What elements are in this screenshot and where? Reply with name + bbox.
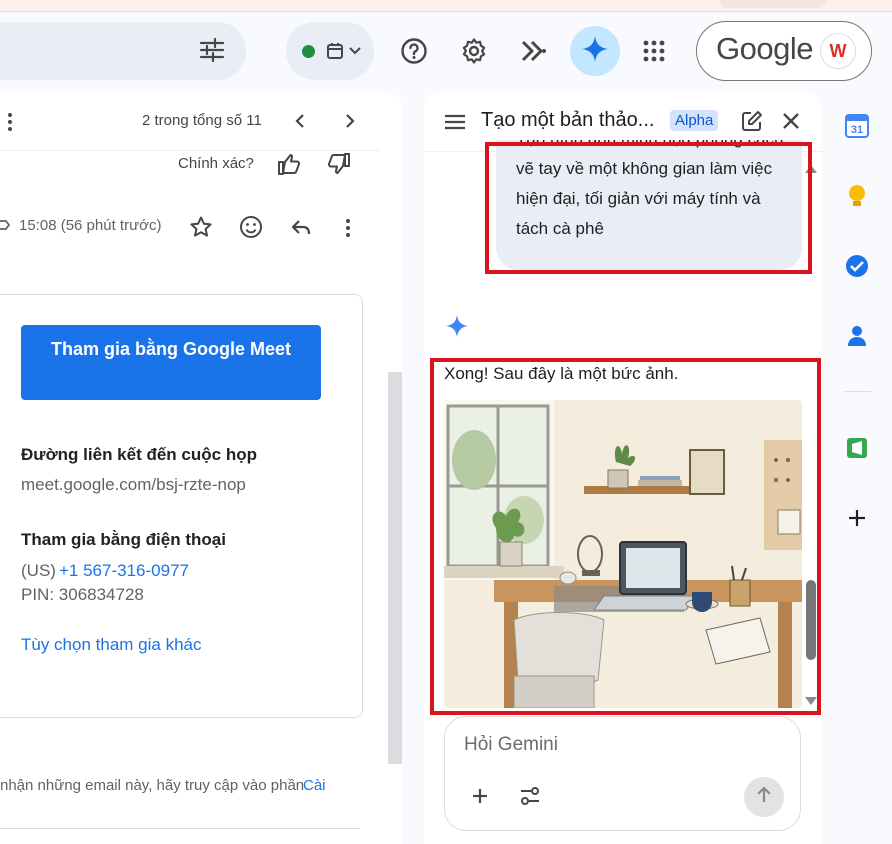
join-meet-button[interactable]: Tham gia bằng Google Meet [21,325,321,400]
phone-country: (US) [21,561,56,580]
meeting-pin: PIN: 306834728 [21,585,144,604]
email-scrollbar[interactable] [388,372,402,764]
label-icon [0,218,11,237]
highlight-box-response [430,358,821,715]
gemini-conversation-title: Tạo một bản thảo... [481,109,655,131]
keep-icon[interactable] [842,181,872,211]
more-vert-icon[interactable] [6,112,14,137]
divider [0,828,360,829]
top-strip-tab [720,0,826,8]
divider [845,391,871,392]
new-chat-icon[interactable] [741,110,763,137]
apps-grid-icon[interactable] [636,33,672,69]
phone-number-link[interactable]: +1 567-316-0977 [59,561,189,581]
calendar-app-icon[interactable]: 31 [842,111,872,141]
meeting-link-heading: Đường liên kết đến cuộc họp [21,445,257,464]
apps-script-icon[interactable] [516,33,552,69]
chevron-left-icon[interactable] [292,112,308,135]
add-addon-icon[interactable] [842,503,872,533]
footer-settings-link[interactable]: Cài [303,777,326,794]
status-active-dot [302,45,315,58]
menu-icon[interactable] [444,113,466,136]
help-icon[interactable] [396,33,432,69]
send-button[interactable] [744,777,784,817]
gemini-sparkle-icon [445,314,469,343]
alpha-badge: Alpha [670,110,719,131]
email-timestamp: 15:08 (56 phút trước) [19,217,162,234]
feedback-prompt: Chính xác? [178,155,254,172]
arrow-up-icon [754,785,774,810]
add-icon[interactable] [470,786,490,811]
tools-icon[interactable] [519,786,541,811]
settings-icon[interactable] [456,33,492,69]
filter-icon[interactable] [198,36,226,64]
highlight-box-prompt [485,142,812,274]
more-vert-icon[interactable] [344,218,352,243]
reply-icon[interactable] [289,215,313,244]
footer-text: nhận những email này, hãy truy cập vào p… [0,777,305,794]
close-icon[interactable] [781,111,801,136]
calendar-icon [326,42,344,65]
chevron-down-icon [348,44,362,62]
avatar[interactable]: W [820,33,856,69]
emoji-icon[interactable] [239,215,263,244]
phone-heading: Tham gia bằng điện thoại [21,530,226,549]
thumbs-down-icon[interactable] [326,151,352,182]
google-logo-text: Google [716,31,813,66]
chevron-right-icon[interactable] [342,112,358,135]
meeting-link-url[interactable]: meet.google.com/bsj-rzte-nop [21,475,246,495]
star-icon[interactable] [189,215,213,244]
thumbs-up-icon[interactable] [276,151,302,182]
calendar-day-number: 31 [851,124,863,136]
pagination-text: 2 trong tổng số 11 [142,112,262,129]
divider [0,150,380,151]
tasks-icon[interactable] [842,251,872,281]
gemini-icon [581,35,609,68]
gemini-button[interactable] [570,26,620,76]
gemini-input-placeholder[interactable]: Hỏi Gemini [464,734,558,756]
other-join-options-link[interactable]: Tùy chọn tham gia khác [21,635,201,655]
google-chat-addon-icon[interactable] [842,433,872,463]
contacts-icon[interactable] [842,321,872,351]
